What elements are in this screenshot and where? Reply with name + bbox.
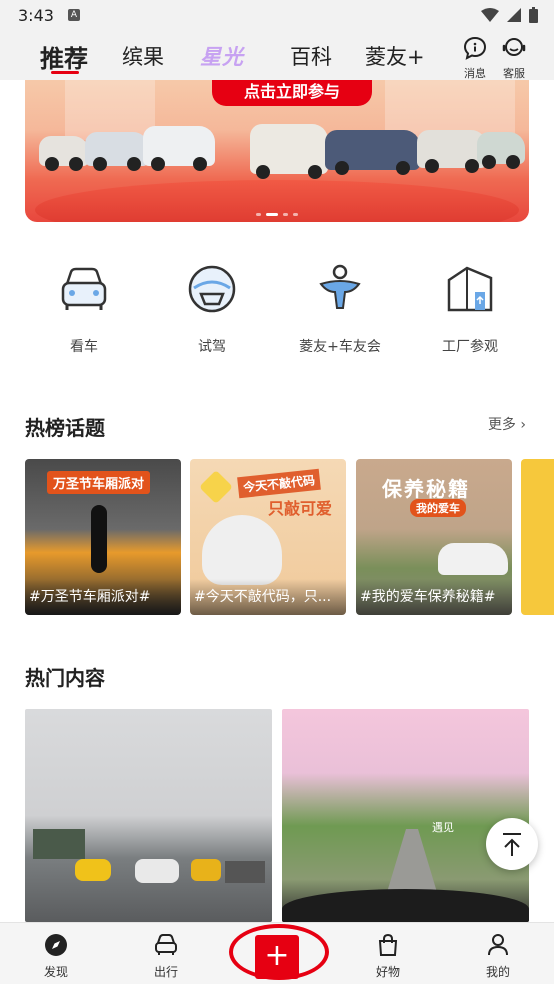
- test-drive-entry[interactable]: 试驾: [152, 262, 272, 356]
- truck-image: [33, 829, 85, 859]
- car-image: [438, 543, 508, 575]
- nav-discover-label: 发现: [43, 965, 68, 979]
- factory-visit-label: 工厂参观: [442, 339, 498, 355]
- car-club-entry[interactable]: 菱友+车友会: [280, 262, 400, 356]
- community-icon: [319, 264, 361, 309]
- more-label: 更多: [487, 417, 516, 433]
- car-image: [477, 132, 525, 169]
- active-tab-indicator: [51, 71, 79, 74]
- tab-xingguang[interactable]: 星光: [200, 41, 244, 71]
- factory-icon: [447, 266, 493, 312]
- status-bar: 3:43 A: [0, 0, 554, 32]
- compass-icon: [45, 934, 67, 956]
- wifi-icon: [481, 8, 499, 22]
- messages-label: 消息: [464, 67, 486, 80]
- pager-dot: [256, 213, 261, 216]
- pager-dot: [283, 213, 288, 216]
- topic-card[interactable]: 今天不敲代码 只敲可爱 #今天不敲代码，只...: [190, 459, 346, 615]
- view-car-entry[interactable]: 看车: [24, 262, 144, 356]
- messages-button[interactable]: 消息: [460, 36, 490, 81]
- topic-caption: #万圣节车厢派对#: [25, 579, 181, 615]
- chat-bubble-icon: [463, 36, 487, 60]
- nav-discover[interactable]: 发现: [26, 933, 86, 980]
- steering-wheel-icon: [188, 265, 236, 313]
- service-label: 客服: [503, 67, 525, 80]
- status-time: 3:43: [18, 6, 54, 25]
- hot-topics-carousel: 万圣节车厢派对 #万圣节车厢派对# 今天不敲代码 只敲可爱 #今天不敲代码，只.…: [25, 459, 554, 615]
- topic-overlay: 今天不敲代码: [237, 468, 321, 499]
- hot-topics-title: 热榜话题: [25, 416, 105, 440]
- highlight-annotation: [229, 924, 329, 980]
- topic-caption: #今天不敲代码，只...: [190, 579, 346, 615]
- top-nav: 推荐 缤果 星光 百科 菱友+ 消息 客服: [0, 32, 554, 80]
- car-image: [325, 130, 420, 175]
- banner-building: [65, 80, 155, 140]
- topic-card[interactable]: 万圣节车厢派对 #万圣节车厢派对#: [25, 459, 181, 615]
- topic-overlay: 万圣节车厢派对: [47, 471, 151, 494]
- topic-overlay: 保养秘籍: [382, 477, 470, 501]
- car-image: [75, 859, 111, 881]
- person-icon: [488, 934, 508, 956]
- status-icons: [481, 7, 538, 23]
- pager-dot: [293, 213, 298, 216]
- nav-profile[interactable]: 我的: [468, 933, 528, 980]
- content-overlay: 遇见: [432, 821, 454, 834]
- tab-bingo[interactable]: 缤果: [122, 41, 164, 71]
- quick-entries: 看车 试驾 菱友+车友会 工厂参观: [0, 262, 554, 362]
- view-car-label: 看车: [70, 339, 98, 355]
- scroll-to-top-button[interactable]: [486, 818, 538, 870]
- tab-encyclopedia[interactable]: 百科: [290, 41, 332, 71]
- content-card[interactable]: [25, 709, 272, 922]
- star-sticker: [199, 470, 233, 504]
- topic-overlay: 我的爱车: [410, 499, 466, 517]
- car-image: [225, 861, 265, 883]
- hot-content-feed: 遇见: [25, 709, 529, 922]
- topic-caption: #我的爱车保养秘籍#: [356, 579, 512, 615]
- car-image: [143, 126, 215, 171]
- car-image: [135, 859, 179, 883]
- nav-shop[interactable]: 好物: [358, 933, 418, 980]
- pager-dot: [266, 213, 278, 216]
- chevron-right-icon: ›: [520, 417, 526, 433]
- tab-lingyou-plus[interactable]: 菱友+: [365, 41, 425, 71]
- test-drive-label: 试驾: [198, 339, 226, 355]
- nav-profile-label: 我的: [485, 965, 510, 979]
- banner-pager: [25, 213, 529, 216]
- content-card[interactable]: 遇见: [282, 709, 529, 922]
- nav-shop-label: 好物: [375, 965, 400, 979]
- car-front-icon: [61, 267, 107, 310]
- car-image: [39, 136, 89, 171]
- hot-content-title: 热门内容: [25, 666, 105, 690]
- cat-image: [202, 515, 282, 585]
- tab-recommend[interactable]: 推荐: [40, 39, 88, 74]
- factory-visit-entry[interactable]: 工厂参观: [410, 262, 530, 356]
- notification-icon: A: [68, 9, 80, 21]
- more-topics-link[interactable]: 更多 ›: [488, 414, 526, 434]
- arrow-up-icon: [503, 833, 521, 856]
- battery-icon: [529, 7, 538, 23]
- customer-service-icon: [502, 38, 526, 56]
- dashboard-image: [282, 889, 529, 922]
- topic-card[interactable]: 保养秘籍 我的爱车 #我的爱车保养秘籍#: [356, 459, 512, 615]
- customer-service-button[interactable]: 客服: [499, 36, 529, 81]
- car-image: [191, 859, 221, 881]
- signal-icon: [507, 8, 521, 22]
- topic-card[interactable]: [521, 459, 554, 615]
- shopping-bag-icon: [378, 933, 398, 956]
- car-image: [85, 132, 149, 171]
- banner-cta-button[interactable]: 点击立即参与: [212, 80, 372, 106]
- topic-overlay: 只敲可爱: [268, 499, 333, 518]
- promo-banner[interactable]: 点击立即参与: [25, 80, 529, 222]
- car-club-label: 菱友+车友会: [299, 339, 381, 355]
- nav-travel-label: 出行: [153, 965, 178, 979]
- nav-travel[interactable]: 出行: [136, 933, 196, 980]
- car-image: [250, 124, 328, 179]
- person-figure: [91, 505, 107, 573]
- car-icon: [155, 934, 177, 955]
